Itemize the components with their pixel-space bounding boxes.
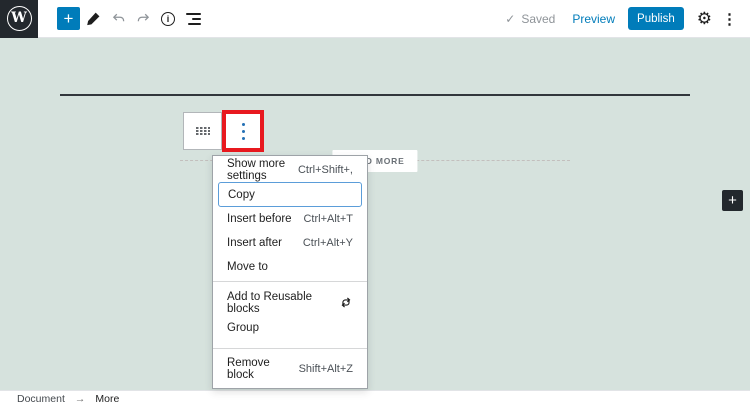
add-block-appender-button[interactable]: + xyxy=(722,190,743,211)
check-icon: ✓ xyxy=(505,12,515,26)
menu-item-move-to[interactable]: Move to xyxy=(213,255,367,279)
undo-arrow-icon xyxy=(110,10,127,27)
breadcrumb: Document → More xyxy=(0,390,750,407)
menu-item-label: Add to Reusable blocks xyxy=(227,291,339,315)
plus-icon: + xyxy=(728,193,737,208)
plus-icon: + xyxy=(64,10,74,27)
menu-item-shortcut: Ctrl+Alt+Y xyxy=(303,237,353,249)
reusable-blocks-icon xyxy=(339,295,353,310)
block-navigation-button[interactable] xyxy=(181,7,205,31)
menu-item-label: Remove block xyxy=(227,357,299,381)
editor-top-toolbar: W + i ✓ Saved xyxy=(0,0,750,38)
wordpress-logo-button[interactable]: W xyxy=(0,0,38,38)
breadcrumb-arrow-icon: → xyxy=(75,393,86,405)
menu-item-group[interactable]: Group xyxy=(213,315,367,340)
list-view-icon xyxy=(186,13,201,25)
breadcrumb-more-block[interactable]: More xyxy=(95,393,119,405)
editor-canvas: READ MORE Show more settings Ctrl+Shift+… xyxy=(0,38,750,390)
read-more-block-icon xyxy=(195,126,211,136)
more-tools-button[interactable]: ⋮ xyxy=(722,10,737,28)
menu-item-insert-before[interactable]: Insert before Ctrl+Alt+T xyxy=(213,207,367,231)
edit-mode-button[interactable] xyxy=(81,7,105,31)
pencil-icon xyxy=(86,11,101,26)
block-options-button[interactable] xyxy=(226,114,260,148)
wordpress-block-editor: W + i ✓ Saved xyxy=(0,0,750,407)
content-structure-button[interactable]: i xyxy=(156,7,180,31)
block-options-menu: Show more settings Ctrl+Shift+, Copy Ins… xyxy=(212,155,368,389)
separator-block xyxy=(60,94,690,96)
wordpress-logo-icon: W xyxy=(7,6,32,31)
menu-item-label: Move to xyxy=(227,261,268,273)
menu-item-add-to-reusable-blocks[interactable]: Add to Reusable blocks xyxy=(213,290,367,315)
gear-icon: ⚙ xyxy=(697,9,712,28)
menu-item-label: Insert after xyxy=(227,237,282,249)
menu-item-shortcut: Ctrl+Alt+T xyxy=(303,213,353,225)
breadcrumb-document[interactable]: Document xyxy=(17,393,65,405)
menu-section-primary: Show more settings Ctrl+Shift+, Copy Ins… xyxy=(213,156,367,282)
menu-item-show-more-settings[interactable]: Show more settings Ctrl+Shift+, xyxy=(213,158,367,182)
info-icon: i xyxy=(161,12,175,26)
red-annotation-highlight xyxy=(222,110,264,152)
menu-item-shortcut: Ctrl+Shift+, xyxy=(298,164,353,176)
menu-section-remove: Remove block Shift+Alt+Z xyxy=(213,349,367,388)
menu-item-insert-after[interactable]: Insert after Ctrl+Alt+Y xyxy=(213,231,367,255)
block-inserter-button[interactable]: + xyxy=(57,7,80,30)
preview-button[interactable]: Preview xyxy=(572,12,615,26)
menu-item-label: Copy xyxy=(228,189,255,201)
save-status: ✓ Saved xyxy=(505,12,555,26)
kebab-menu-icon: ⋮ xyxy=(722,11,737,28)
menu-item-remove-block[interactable]: Remove block Shift+Alt+Z xyxy=(213,356,367,381)
menu-item-copy[interactable]: Copy xyxy=(218,182,362,207)
redo-button[interactable] xyxy=(131,7,155,31)
menu-item-label: Group xyxy=(227,322,259,334)
vertical-ellipsis-icon xyxy=(242,123,245,140)
menu-section-reusable: Add to Reusable blocks Group xyxy=(213,282,367,349)
undo-button[interactable] xyxy=(106,7,130,31)
settings-button[interactable]: ⚙ xyxy=(697,10,712,27)
menu-item-label: Show more settings xyxy=(227,158,298,182)
redo-arrow-icon xyxy=(135,10,152,27)
menu-item-label: Insert before xyxy=(227,213,292,225)
publish-button[interactable]: Publish xyxy=(628,7,684,30)
more-block-type-button[interactable] xyxy=(183,112,222,150)
saved-label: Saved xyxy=(521,12,555,26)
menu-item-shortcut: Shift+Alt+Z xyxy=(299,363,353,375)
